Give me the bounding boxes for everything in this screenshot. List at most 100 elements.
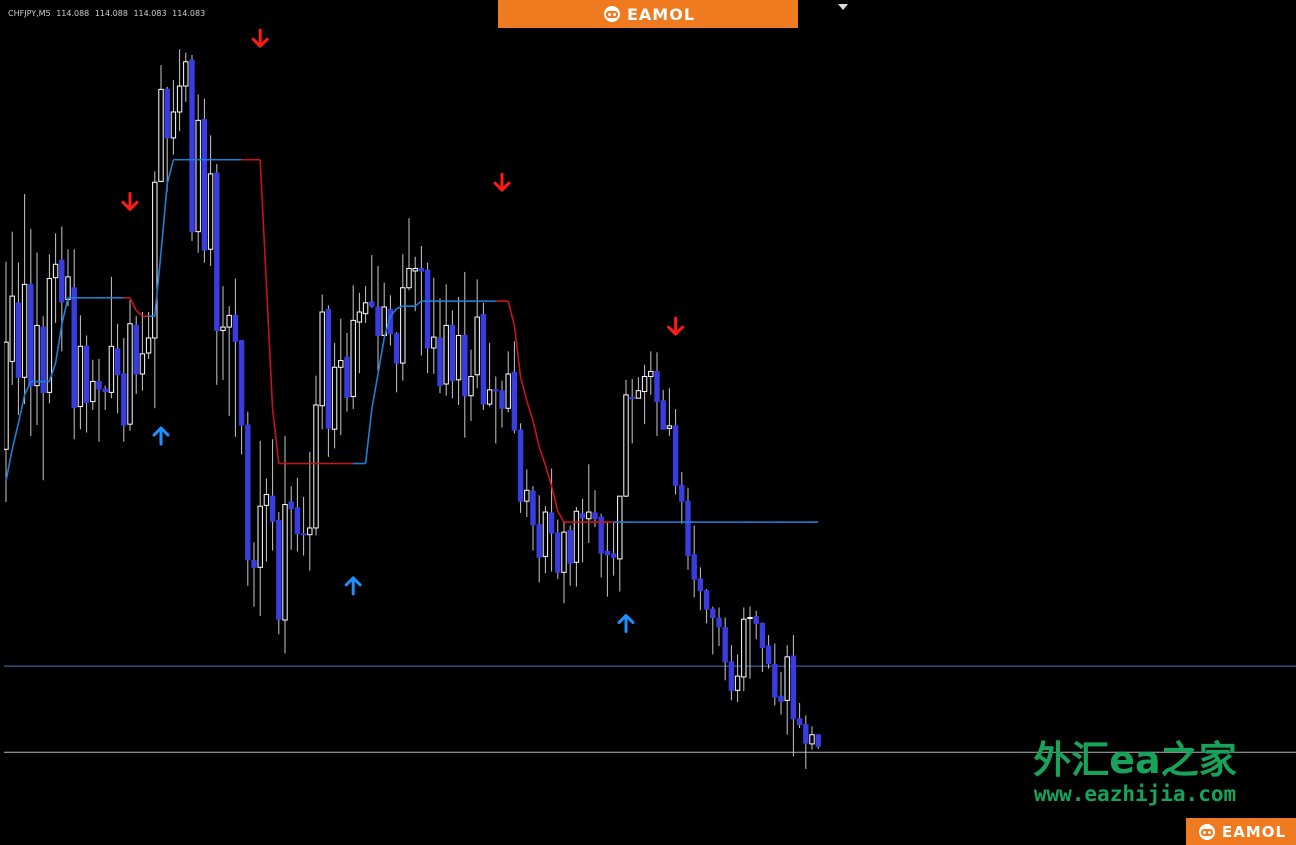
bull-candle (505, 373, 511, 409)
trail-line-segment (364, 409, 373, 464)
bear-candle (15, 302, 22, 378)
trail-line-segment (519, 377, 528, 401)
bull-candle (623, 394, 629, 497)
bull-candle (586, 511, 592, 520)
trail-line-segment (23, 381, 32, 396)
trail-line-segment (17, 394, 26, 424)
bull-candle (4, 341, 9, 450)
trail-line-segment (507, 300, 516, 326)
trail-line-segment (414, 300, 422, 307)
bull-candle (443, 324, 449, 385)
bear-candle (728, 661, 735, 691)
bear-candle (610, 553, 617, 558)
bull-candle (263, 493, 270, 506)
trail-line-segment (166, 159, 175, 185)
bear-candle (325, 309, 332, 429)
bear-candle (579, 513, 586, 519)
bull-candle (784, 656, 790, 701)
trail-line-segment (544, 464, 553, 487)
bull-candle (648, 370, 654, 377)
watermark-url: www.eazhijia.com (1033, 782, 1237, 806)
bull-candle (635, 390, 642, 399)
ohlc-close: 114.083 (172, 9, 206, 18)
price-chart[interactable] (4, 4, 1296, 841)
bull-candle (77, 345, 84, 408)
bull-candle (400, 287, 406, 364)
bear-candle (697, 578, 704, 592)
bottom-brand-banner[interactable]: EAMOL (1186, 818, 1296, 845)
bear-candle (40, 326, 46, 393)
bull-candle (455, 334, 462, 381)
bull-candle (734, 675, 741, 691)
bear-candle (96, 380, 102, 390)
bear-candle (251, 560, 257, 568)
bull-candle (226, 314, 232, 328)
bull-candle (176, 85, 183, 113)
trail-line-segment (271, 409, 280, 464)
bear-candle (778, 695, 784, 702)
bear-candle (796, 718, 803, 726)
bull-candle (331, 366, 338, 430)
trail-line-segment (54, 324, 63, 364)
sell-arrow-icon (121, 191, 139, 211)
bull-candle (90, 380, 96, 403)
bear-candle (437, 337, 443, 387)
ohlc-high: 114.088 (94, 9, 128, 18)
bull-candle (220, 326, 226, 331)
bull-candle (350, 319, 356, 398)
symbol-label: CHFJPY,M5 (8, 9, 51, 18)
bull-candle (9, 295, 15, 362)
bear-candle (294, 507, 301, 535)
bear-candle (369, 301, 375, 307)
bear-candle (238, 339, 245, 426)
bear-candle (753, 616, 759, 624)
bear-candle (300, 533, 307, 536)
sell-arrow-icon (251, 28, 269, 48)
trail-line-segment (135, 309, 143, 317)
bull-candle (573, 510, 580, 563)
bear-candle (462, 334, 468, 397)
bull-candle (158, 88, 164, 182)
bear-candle (71, 287, 77, 408)
bear-candle (604, 550, 611, 556)
bull-candle (474, 316, 480, 376)
bull-candle (617, 495, 623, 560)
bear-candle (344, 356, 350, 398)
trail-line-segment (557, 510, 565, 523)
bear-candle (555, 532, 561, 573)
trail-line-segment (129, 297, 137, 311)
bull-candle (561, 531, 567, 573)
bear-candle (288, 501, 294, 510)
bear-candle (803, 724, 809, 744)
ohlc-low: 114.083 (133, 9, 167, 18)
bull-candle (34, 324, 40, 387)
chart-canvas[interactable] (4, 4, 1296, 841)
trail-line-segment (265, 284, 274, 410)
trail-line-segment (259, 159, 268, 285)
top-brand-banner[interactable]: EAMOL (498, 0, 798, 28)
bear-candle (493, 389, 499, 392)
bear-candle (660, 400, 666, 430)
chart-shift-marker[interactable] (838, 4, 848, 10)
bull-candle (809, 734, 815, 745)
bear-candle (499, 390, 505, 409)
robot-logo-icon (1198, 823, 1215, 840)
bull-candle (412, 267, 418, 272)
buy-arrow-icon (344, 576, 362, 596)
bear-candle (517, 429, 524, 502)
bear-candle (276, 519, 282, 620)
bull-candle (406, 267, 412, 289)
bull-candle (319, 311, 325, 407)
bull-candle (431, 336, 437, 349)
bear-candle (449, 324, 456, 382)
bear-candle (567, 529, 573, 564)
bear-candle (424, 269, 431, 349)
bull-candle (108, 345, 115, 393)
bear-candle (592, 512, 598, 520)
bear-candle (28, 283, 34, 387)
bull-candle (307, 527, 313, 536)
bear-candle (121, 373, 127, 426)
bull-candle (145, 337, 152, 354)
bear-candle (133, 324, 139, 375)
bear-candle (654, 370, 660, 403)
